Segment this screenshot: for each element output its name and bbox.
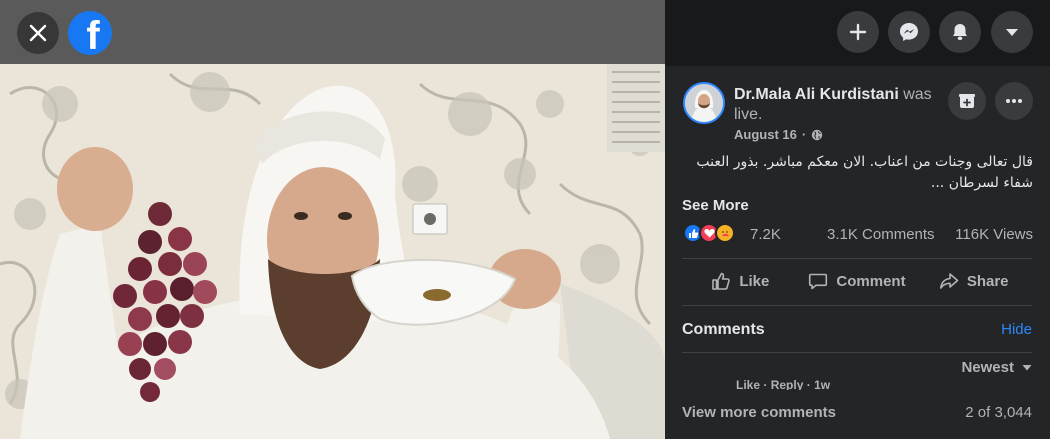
- views-count: 116K Views: [955, 226, 1033, 243]
- share-label: Share: [966, 272, 1009, 290]
- see-more-link[interactable]: See More: [682, 197, 749, 214]
- live-video[interactable]: [0, 64, 665, 439]
- account-menu-button[interactable]: [991, 11, 1033, 53]
- create-button[interactable]: [837, 11, 879, 53]
- comment-actions: Like · Reply · 1w: [736, 379, 831, 390]
- sort-label: Newest: [961, 359, 1014, 376]
- post-date-row: August 16 ·: [734, 127, 823, 142]
- post-panel: Dr.Mala Ali Kurdistani was live. August …: [665, 0, 1050, 439]
- post-actions: Like Comment Share: [682, 262, 1032, 300]
- facebook-logo-letter: f: [86, 14, 100, 55]
- comments-pager: 2 of 3,044: [965, 404, 1032, 421]
- comment-button[interactable]: Comment: [799, 262, 916, 300]
- comment-label: Comment: [836, 272, 906, 290]
- globe-icon: [811, 129, 823, 140]
- facebook-logo[interactable]: f: [68, 11, 112, 55]
- close-button[interactable]: [17, 12, 59, 54]
- caret-down-icon: [1006, 29, 1018, 36]
- post-text-line1: قال تعالى وجنات من اعناب. الان معكم مباش…: [696, 154, 1033, 170]
- close-icon: [29, 24, 47, 42]
- divider: [682, 352, 1032, 353]
- share-button[interactable]: Share: [915, 262, 1032, 300]
- messenger-button[interactable]: [888, 11, 930, 53]
- comment-bubble-icon: [809, 273, 828, 290]
- care-reaction-icon: [715, 223, 735, 243]
- post-text: قال تعالى وجنات من اعناب. الان معكم مباش…: [683, 152, 1033, 194]
- comments-title: Comments: [682, 321, 765, 338]
- thumbs-up-icon: [712, 272, 731, 290]
- like-label: Like: [739, 272, 770, 290]
- post-text-line2: شفاء لسرطان ...: [930, 175, 1033, 191]
- more-dots-icon: [1006, 99, 1022, 103]
- save-box-icon: [959, 94, 975, 108]
- more-options-button[interactable]: [995, 82, 1033, 120]
- reaction-icons[interactable]: [683, 223, 735, 243]
- reaction-count[interactable]: 7.2K: [750, 226, 781, 243]
- save-video-button[interactable]: [948, 82, 986, 120]
- comment-time[interactable]: 1w: [814, 379, 830, 390]
- hide-comments-link[interactable]: Hide: [1001, 321, 1032, 338]
- divider: [682, 258, 1032, 259]
- caret-down-icon: [1022, 365, 1032, 371]
- view-more-comments-link[interactable]: View more comments: [682, 404, 836, 421]
- share-arrow-icon: [939, 273, 959, 289]
- video-frame: [0, 64, 665, 439]
- plus-icon: [849, 23, 867, 41]
- messenger-icon: [900, 23, 918, 41]
- divider: [682, 305, 1032, 306]
- like-button[interactable]: Like: [682, 262, 799, 300]
- comment-sort-dropdown[interactable]: Newest: [961, 359, 1032, 376]
- post-date[interactable]: August 16: [734, 127, 797, 142]
- avatar-image: [685, 84, 723, 122]
- notifications-button[interactable]: [939, 11, 981, 53]
- author-avatar[interactable]: [683, 82, 725, 124]
- comment-reply-link[interactable]: Reply: [771, 379, 804, 390]
- comments-count[interactable]: 3.1K Comments: [827, 226, 935, 243]
- author-name[interactable]: Dr.Mala Ali Kurdistani: [734, 86, 899, 103]
- comments-header: Comments Hide: [682, 319, 1032, 341]
- media-viewer: f: [0, 0, 665, 439]
- comment-like-link[interactable]: Like: [736, 379, 760, 390]
- post-stats: 7.2K 3.1K Comments 116K Views: [683, 223, 1033, 247]
- bell-icon: [953, 24, 967, 41]
- author-line: Dr.Mala Ali Kurdistani was live.: [734, 85, 944, 125]
